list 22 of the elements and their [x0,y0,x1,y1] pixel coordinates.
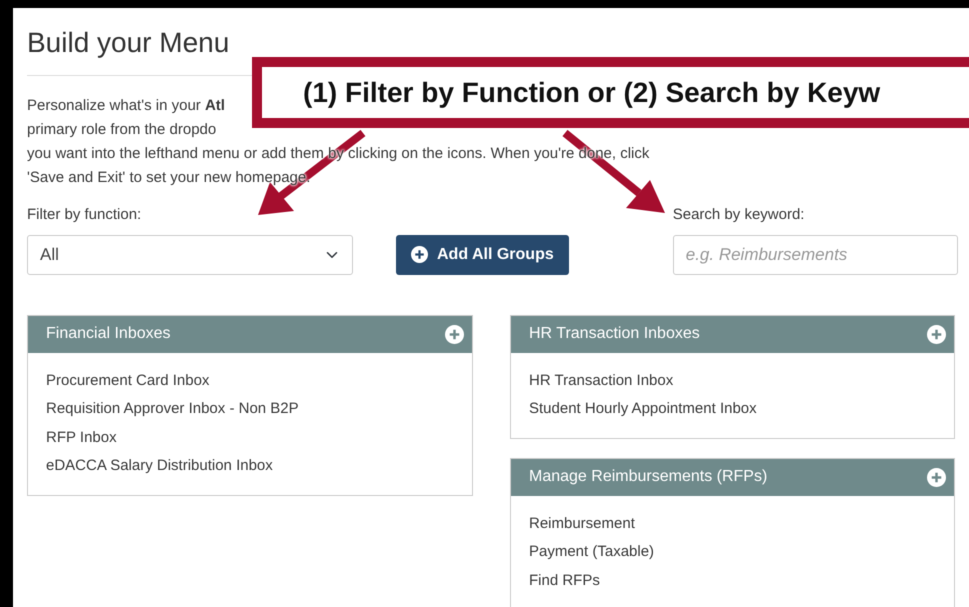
menu-item[interactable]: Reimbursement [529,510,635,538]
intro-text: Personalize what's in your Atl [27,96,225,116]
plus-circle-icon[interactable] [411,246,428,263]
menu-item[interactable]: Procurement Card Inbox [46,366,210,396]
field-label: Search by keyword: [672,205,804,225]
page-title: Build your Menu [27,26,230,60]
search-field[interactable]: e.g. Reimbursements [672,234,958,274]
panel-title: Financial Inboxes [46,324,171,344]
intro-text: primary role from the dropdo [27,120,216,140]
menu-item[interactable]: Payment (Taxable) [529,538,654,567]
field-label: Filter by function: [27,205,142,225]
menu-item[interactable]: HR Transaction Inbox [529,366,674,396]
menu-item[interactable]: Requisition Approver Inbox - Non B2P [46,395,299,424]
add-all-groups-button[interactable]: Add All Groups [396,234,569,274]
menu-item[interactable]: RFP Inbox [46,424,117,452]
callout-text: (1) Filter by Function or (2) Search by Keyw [303,76,880,110]
menu-item[interactable]: eDACCA Salary Distribution Inbox [46,452,273,481]
menu-item[interactable]: Find RFPs [529,566,600,596]
function-dropdown[interactable]: All [27,234,353,274]
panel-title: Manage Reimbursements (RFPs) [529,467,768,488]
menu-item[interactable]: Student Hourly Appointment Inbox [529,395,757,424]
panel-title: HR Transaction Inboxes [529,324,700,344]
